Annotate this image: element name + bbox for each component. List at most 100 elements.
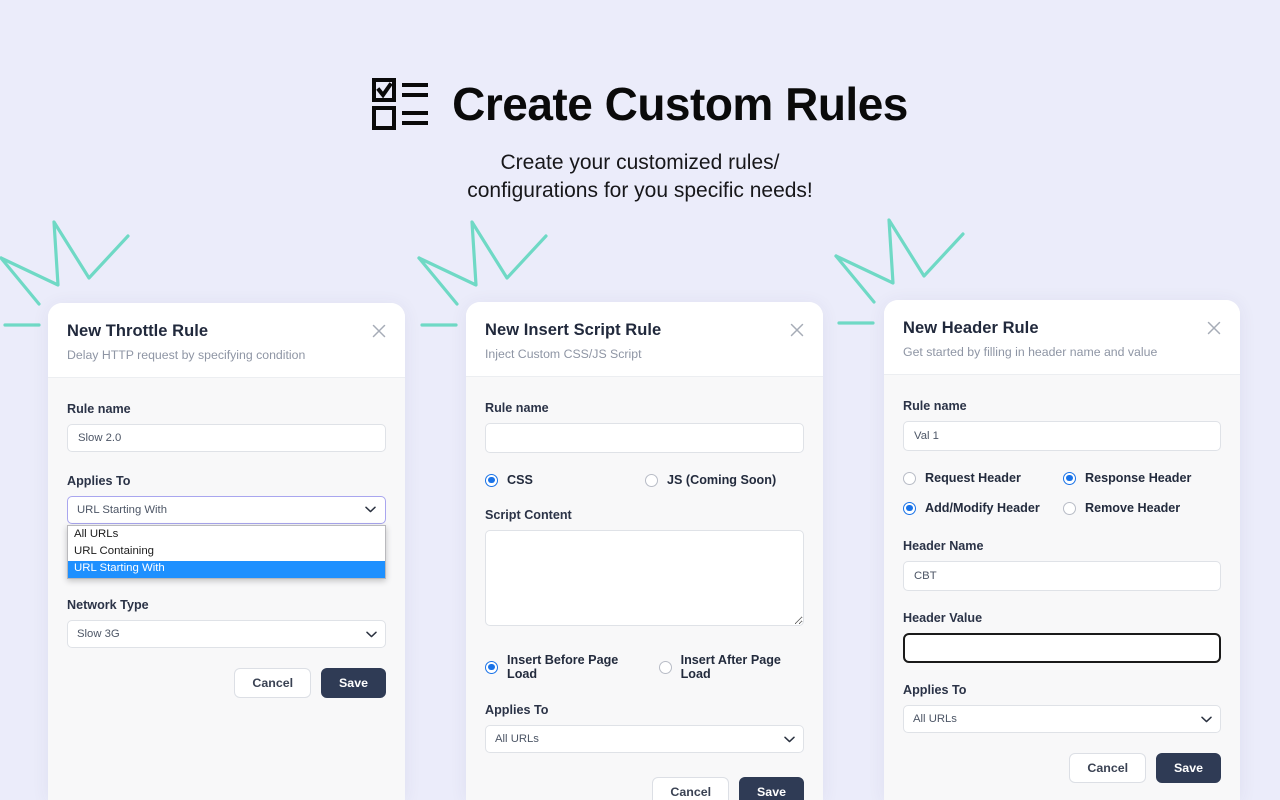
radio-add-modify-header-label: Add/Modify Header	[925, 501, 1040, 515]
insert-script-card-title: New Insert Script Rule	[485, 321, 662, 339]
radio-css-indicator[interactable]	[485, 473, 498, 487]
insert-script-card-subtitle: Inject Custom CSS/JS Script	[485, 347, 642, 361]
radio-js-indicator[interactable]	[645, 473, 658, 487]
radio-insert-before-indicator[interactable]	[485, 660, 498, 674]
header-rule-name-input[interactable]	[903, 421, 1221, 451]
card-new-header-rule: New Header Rule Get started by filling i…	[884, 300, 1240, 800]
radio-response-header-indicator[interactable]	[1063, 471, 1076, 485]
insert-script-applies-to-group: Applies To All URLs	[485, 703, 804, 753]
throttle-network-type-select[interactable]: Slow 3G	[67, 620, 386, 648]
radio-css[interactable]: CSS	[485, 473, 645, 487]
throttle-rule-name-group: Rule name	[67, 402, 386, 452]
throttle-applies-to-group: Applies To URL Starting With All URLs UR…	[67, 474, 386, 579]
radio-response-header[interactable]: Response Header	[1063, 471, 1191, 485]
decorative-dash-2	[419, 322, 459, 328]
header-cancel-button[interactable]: Cancel	[1069, 753, 1147, 784]
throttle-card-subtitle: Delay HTTP request by specifying conditi…	[67, 348, 306, 362]
radio-request-header-label: Request Header	[925, 471, 1021, 485]
throttle-card-header: New Throttle Rule Delay HTTP request by …	[48, 303, 405, 378]
decorative-dash-3	[836, 320, 876, 326]
header-scope-radio-group: Request Header Response Header	[903, 471, 1221, 485]
header-card-header: New Header Rule Get started by filling i…	[884, 300, 1240, 375]
radio-js-label: JS (Coming Soon)	[667, 473, 777, 487]
header-value-group: Header Value	[903, 611, 1221, 663]
close-icon[interactable]	[1204, 318, 1224, 338]
checklist-icon	[372, 78, 430, 130]
radio-response-header-label: Response Header	[1085, 471, 1192, 485]
throttle-network-type-label: Network Type	[67, 598, 149, 612]
throttle-network-type-select-wrap: Slow 3G	[67, 620, 386, 648]
insert-script-rule-name-label: Rule name	[485, 401, 549, 415]
header-save-button[interactable]: Save	[1156, 753, 1221, 784]
radio-remove-header[interactable]: Remove Header	[1063, 501, 1180, 515]
page-header: Create Custom Rules Create your customiz…	[0, 0, 1280, 204]
dropdown-option-url-starting-with[interactable]: URL Starting With	[68, 560, 385, 578]
insert-script-applies-to-select-wrap: All URLs	[485, 725, 804, 753]
header-applies-to-select[interactable]: All URLs	[903, 705, 1221, 733]
insert-script-type-radio-group: CSS JS (Coming Soon)	[485, 473, 804, 487]
header-value-label: Header Value	[903, 611, 983, 625]
radio-insert-before-page-load[interactable]: Insert Before Page Load	[485, 653, 641, 681]
throttle-rule-name-input[interactable]	[67, 424, 386, 452]
throttle-card-body: Rule name Applies To URL Starting With A…	[48, 378, 405, 724]
radio-insert-after-indicator[interactable]	[658, 660, 672, 674]
header-action-radio-group: Add/Modify Header Remove Header	[903, 501, 1221, 515]
header-name-input[interactable]	[903, 561, 1221, 591]
header-name-label: Header Name	[903, 539, 984, 553]
header-name-group: Header Name	[903, 539, 1221, 591]
card-new-throttle-rule: New Throttle Rule Delay HTTP request by …	[48, 303, 405, 800]
radio-insert-after-page-load[interactable]: Insert After Page Load	[658, 653, 804, 681]
page-subtitle-line-2: configurations for you specific needs!	[467, 178, 813, 202]
decorative-dash-1	[2, 322, 42, 328]
radio-js-coming-soon[interactable]: JS (Coming Soon)	[645, 473, 776, 487]
header-value-input[interactable]	[903, 633, 1221, 663]
insert-script-rule-name-group: Rule name	[485, 401, 804, 453]
header-card-title: New Header Rule	[903, 319, 1039, 337]
header-rule-name-group: Rule name	[903, 399, 1221, 451]
insert-script-applies-to-select[interactable]: All URLs	[485, 725, 804, 753]
throttle-applies-to-dropdown[interactable]: All URLs URL Containing URL Starting Wit…	[67, 525, 386, 579]
page-subtitle-line-1: Create your customized rules/	[500, 151, 780, 174]
insert-script-timing-radio-group: Insert Before Page Load Insert After Pag…	[485, 653, 804, 681]
title-row: Create Custom Rules	[0, 78, 1280, 130]
insert-script-button-row: Cancel Save	[485, 777, 804, 800]
throttle-applies-to-select-wrap: URL Starting With All URLs URL Containin…	[67, 496, 386, 579]
throttle-applies-to-label: Applies To	[67, 474, 131, 488]
radio-add-modify-header[interactable]: Add/Modify Header	[903, 501, 1063, 515]
radio-add-modify-header-indicator[interactable]	[903, 501, 916, 515]
insert-script-content-textarea[interactable]	[485, 530, 804, 626]
radio-remove-header-indicator[interactable]	[1063, 501, 1076, 515]
throttle-rule-name-label: Rule name	[67, 402, 131, 416]
dropdown-option-url-containing[interactable]: URL Containing	[68, 544, 385, 561]
radio-request-header[interactable]: Request Header	[903, 471, 1063, 485]
close-icon[interactable]	[369, 321, 389, 341]
insert-script-rule-name-input[interactable]	[485, 423, 804, 453]
header-card-body: Rule name Request Header Response Header…	[884, 375, 1240, 800]
radio-insert-after-label: Insert After Page Load	[680, 653, 781, 681]
page-subtitle: Create your customized rules/ configurat…	[0, 149, 1280, 204]
insert-script-content-group: Script Content	[485, 508, 804, 631]
radio-insert-before-label: Insert Before Page Load	[507, 653, 619, 681]
throttle-applies-to-select[interactable]: URL Starting With	[67, 496, 386, 524]
insert-script-applies-to-label: Applies To	[485, 703, 549, 717]
insert-script-card-header: New Insert Script Rule Inject Custom CSS…	[466, 302, 823, 377]
throttle-cancel-button[interactable]: Cancel	[234, 668, 312, 699]
insert-script-save-button[interactable]: Save	[739, 777, 804, 800]
radio-request-header-indicator[interactable]	[903, 471, 916, 485]
throttle-save-button[interactable]: Save	[321, 668, 386, 699]
header-applies-to-label: Applies To	[903, 683, 967, 697]
throttle-card-title: New Throttle Rule	[67, 322, 209, 340]
insert-script-card-body: Rule name CSS JS (Coming Soon) Script Co…	[466, 377, 823, 800]
throttle-button-row: Cancel Save	[67, 668, 386, 699]
card-new-insert-script-rule: New Insert Script Rule Inject Custom CSS…	[466, 302, 823, 800]
insert-script-cancel-button[interactable]: Cancel	[652, 777, 730, 800]
header-applies-to-select-wrap: All URLs	[903, 705, 1221, 733]
chevron-down-icon	[365, 504, 376, 516]
header-rule-name-label: Rule name	[903, 399, 967, 413]
insert-script-content-label: Script Content	[485, 508, 572, 522]
close-icon[interactable]	[787, 320, 807, 340]
throttle-applies-to-selected-value: URL Starting With	[77, 504, 167, 516]
header-button-row: Cancel Save	[903, 753, 1221, 784]
dropdown-option-all-urls[interactable]: All URLs	[68, 527, 385, 544]
page-title: Create Custom Rules	[452, 78, 908, 130]
